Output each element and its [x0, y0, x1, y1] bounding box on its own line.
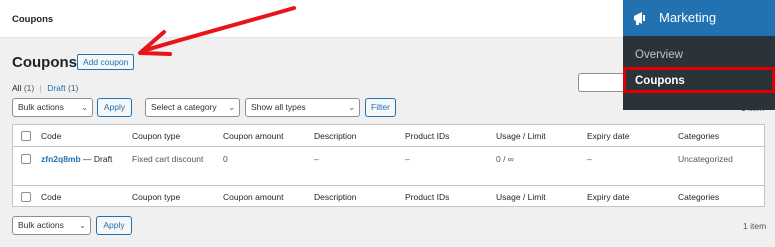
column-description: Description: [314, 131, 357, 141]
footer-column-coupon-amount: Coupon amount: [223, 192, 284, 202]
table-footer-row: Code Coupon type Coupon amount Descripti…: [13, 185, 764, 207]
column-code[interactable]: Code: [41, 131, 61, 141]
chevron-down-icon: ⌄: [81, 103, 88, 112]
row-checkbox[interactable]: [21, 154, 31, 164]
coupon-amount-cell: 0: [223, 154, 228, 164]
footer-column-product-ids: Product IDs: [405, 192, 450, 202]
chevron-down-icon: ⌄: [228, 103, 235, 112]
view-draft[interactable]: Draft (1): [47, 83, 78, 93]
footer-column-expiry-date: Expiry date: [587, 192, 630, 202]
coupon-type-cell: Fixed cart discount: [132, 154, 204, 164]
breadcrumb: Coupons: [12, 14, 54, 25]
select-all-checkbox-bottom[interactable]: [21, 192, 31, 202]
types-select[interactable]: Show all types ⌄: [245, 98, 360, 117]
items-count-bottom: 1 item: [743, 221, 767, 231]
megaphone-icon: [634, 12, 645, 25]
coupons-table: Code Coupon type Coupon amount Descripti…: [12, 124, 765, 207]
view-separator: |: [39, 83, 42, 93]
annotation-arrow-icon: [138, 6, 296, 56]
footer-column-description: Description: [314, 192, 357, 202]
menu-marketing-header[interactable]: Marketing: [623, 0, 775, 36]
expiry-date-cell: –: [587, 154, 592, 164]
column-product-ids: Product IDs: [405, 131, 450, 141]
table-row: zfn2q8mb — Draft Fixed cart discount 0 –…: [13, 147, 764, 185]
column-usage-limit: Usage / Limit: [496, 131, 546, 141]
description-cell: –: [314, 154, 319, 164]
column-categories: Categories: [678, 131, 720, 141]
marketing-menu: Marketing Overview Coupons: [623, 0, 775, 110]
coupon-code-cell: zfn2q8mb — Draft: [41, 154, 112, 164]
footer-column-categories: Categories: [678, 192, 720, 202]
menu-item-overview[interactable]: Overview: [623, 42, 775, 68]
bulk-actions-select-bottom[interactable]: Bulk actions ⌄: [12, 216, 91, 235]
footer-column-code[interactable]: Code: [41, 192, 61, 202]
column-coupon-type: Coupon type: [132, 131, 181, 141]
category-link[interactable]: Uncategorized: [678, 154, 733, 164]
chevron-down-icon: ⌄: [348, 103, 355, 112]
apply-button-bottom[interactable]: Apply: [96, 216, 132, 235]
page-title: Coupons: [12, 54, 77, 71]
draft-status: — Draft: [83, 154, 113, 164]
footer-column-usage-limit: Usage / Limit: [496, 192, 546, 202]
status-views: All (1) | Draft (1): [12, 83, 78, 93]
menu-title: Marketing: [659, 10, 717, 25]
product-ids-cell: –: [405, 154, 410, 164]
bulk-actions-select-top[interactable]: Bulk actions ⌄: [12, 98, 93, 117]
chevron-down-icon: ⌄: [79, 221, 86, 230]
column-expiry-date: Expiry date: [587, 131, 630, 141]
footer-column-coupon-type: Coupon type: [132, 192, 181, 202]
column-coupon-amount: Coupon amount: [223, 131, 284, 141]
filter-button[interactable]: Filter: [365, 98, 396, 117]
table-header-row: Code Coupon type Coupon amount Descripti…: [13, 125, 764, 147]
category-select[interactable]: Select a category ⌄: [145, 98, 240, 117]
search-input[interactable]: [578, 73, 628, 92]
menu-item-coupons[interactable]: Coupons: [623, 67, 775, 93]
apply-button-top[interactable]: Apply: [97, 98, 132, 117]
view-all[interactable]: All (1): [12, 83, 34, 93]
coupon-code-link[interactable]: zfn2q8mb: [41, 154, 81, 164]
usage-limit-cell: 0 / ∞: [496, 154, 514, 164]
select-all-checkbox[interactable]: [21, 131, 31, 141]
